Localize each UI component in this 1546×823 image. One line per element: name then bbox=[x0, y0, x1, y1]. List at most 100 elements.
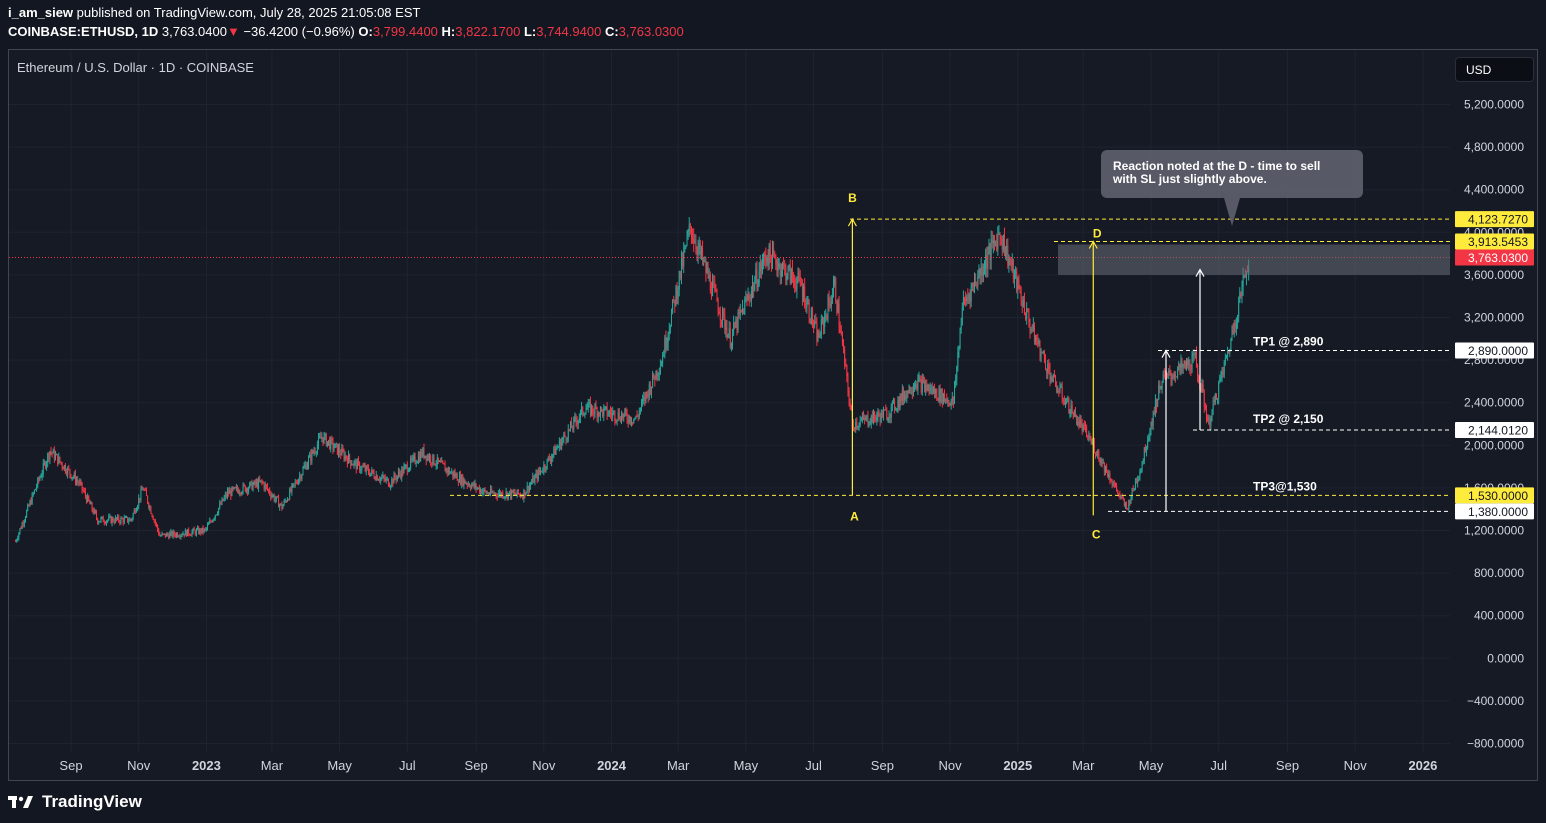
candle-body bbox=[593, 412, 595, 415]
candle-body bbox=[77, 480, 79, 482]
candle-body bbox=[411, 458, 413, 460]
x-tick-label: May bbox=[1139, 758, 1164, 773]
candle-body bbox=[508, 491, 510, 494]
candle-body bbox=[805, 306, 807, 308]
candle-body bbox=[210, 520, 212, 522]
candle-body bbox=[171, 531, 173, 537]
candle-body bbox=[895, 409, 897, 411]
candle-body bbox=[122, 518, 124, 523]
candle-body bbox=[1101, 458, 1103, 464]
candle-body bbox=[838, 303, 840, 327]
candle-body bbox=[636, 415, 638, 417]
x-tick-label: Mar bbox=[667, 758, 690, 773]
candle-body bbox=[211, 521, 213, 523]
currency-button[interactable]: USD bbox=[1455, 57, 1534, 82]
candle-body bbox=[1053, 373, 1055, 377]
candle-body bbox=[683, 250, 685, 267]
candle-body bbox=[983, 268, 985, 272]
candle-body bbox=[915, 384, 917, 388]
candle-body bbox=[380, 477, 382, 481]
candle-body bbox=[383, 475, 385, 479]
candle-body bbox=[653, 373, 655, 379]
price-chart[interactable]: 5,200.00004,800.00004,400.00004,000.0000… bbox=[0, 0, 1546, 823]
candle-body bbox=[1090, 439, 1092, 444]
candle-body bbox=[979, 268, 981, 276]
candle-body bbox=[624, 409, 626, 414]
candle-body bbox=[646, 391, 648, 393]
candle-body bbox=[112, 518, 114, 522]
candle-body bbox=[453, 472, 455, 477]
candle-body bbox=[236, 487, 238, 491]
candle-body bbox=[1241, 286, 1243, 296]
candle-body bbox=[1131, 488, 1133, 498]
candle-body bbox=[527, 485, 529, 492]
candle-body bbox=[1070, 405, 1072, 413]
candle-body bbox=[93, 509, 95, 514]
candle-body bbox=[263, 483, 265, 489]
candle-body bbox=[417, 455, 419, 463]
candle-body bbox=[825, 315, 827, 317]
candle-body bbox=[300, 475, 302, 479]
candle-body bbox=[69, 469, 71, 475]
candle-body bbox=[366, 466, 368, 469]
candle-body bbox=[867, 415, 869, 425]
candle-body bbox=[1065, 402, 1067, 405]
price-label: 4,123.7270 bbox=[1468, 213, 1528, 227]
candle-body bbox=[843, 342, 845, 350]
candle-body bbox=[262, 481, 264, 484]
candle-body bbox=[1055, 376, 1057, 386]
candle-body bbox=[239, 492, 241, 494]
candle-body bbox=[431, 462, 433, 464]
candle-body bbox=[677, 289, 679, 299]
candle-body bbox=[407, 470, 409, 472]
candle-body bbox=[879, 415, 881, 422]
candle-body bbox=[914, 387, 916, 389]
candle-body bbox=[249, 482, 251, 489]
candle-body bbox=[835, 278, 837, 302]
candle-body bbox=[637, 416, 639, 418]
candle-body bbox=[37, 478, 39, 487]
candle-body bbox=[779, 263, 781, 276]
candle-body bbox=[258, 479, 260, 488]
candle-body bbox=[204, 528, 206, 530]
candle-body bbox=[198, 528, 200, 534]
candle-body bbox=[272, 495, 274, 497]
candle-body bbox=[1192, 353, 1194, 357]
candle-body bbox=[256, 481, 258, 488]
candle-body bbox=[928, 384, 930, 392]
candle-body bbox=[404, 465, 406, 467]
candle-body bbox=[15, 541, 17, 543]
candle-body bbox=[1129, 500, 1131, 504]
candle-body bbox=[773, 248, 775, 256]
candle-body bbox=[538, 470, 540, 473]
candle-body bbox=[31, 493, 33, 504]
candle-body bbox=[910, 392, 912, 394]
candle-body bbox=[199, 529, 201, 534]
candle-body bbox=[788, 265, 790, 268]
candle-body bbox=[738, 311, 740, 315]
candle-body bbox=[344, 455, 346, 460]
candle-body bbox=[64, 465, 66, 472]
candle-body bbox=[830, 300, 832, 307]
y-tick-label: 0.0000 bbox=[1487, 651, 1524, 665]
candle-body bbox=[557, 446, 559, 448]
candle-body bbox=[930, 387, 932, 390]
candle-body bbox=[231, 487, 233, 496]
candle-body bbox=[1194, 353, 1196, 355]
candle-body bbox=[324, 433, 326, 436]
tradingview-brand[interactable]: TradingView bbox=[8, 792, 142, 812]
candle-body bbox=[791, 268, 793, 278]
candle-body bbox=[1163, 374, 1165, 376]
candle-body bbox=[1015, 271, 1017, 273]
candle-body bbox=[1119, 493, 1121, 496]
candle-body bbox=[1210, 420, 1212, 426]
candle-body bbox=[700, 247, 702, 255]
candle-body bbox=[357, 460, 359, 463]
candle-body bbox=[177, 533, 179, 537]
candle-body bbox=[472, 482, 474, 486]
candle-body bbox=[876, 416, 878, 421]
candle-body bbox=[393, 474, 395, 484]
candle-body bbox=[833, 284, 835, 297]
candle-body bbox=[713, 282, 715, 284]
candle-body bbox=[1031, 330, 1033, 332]
